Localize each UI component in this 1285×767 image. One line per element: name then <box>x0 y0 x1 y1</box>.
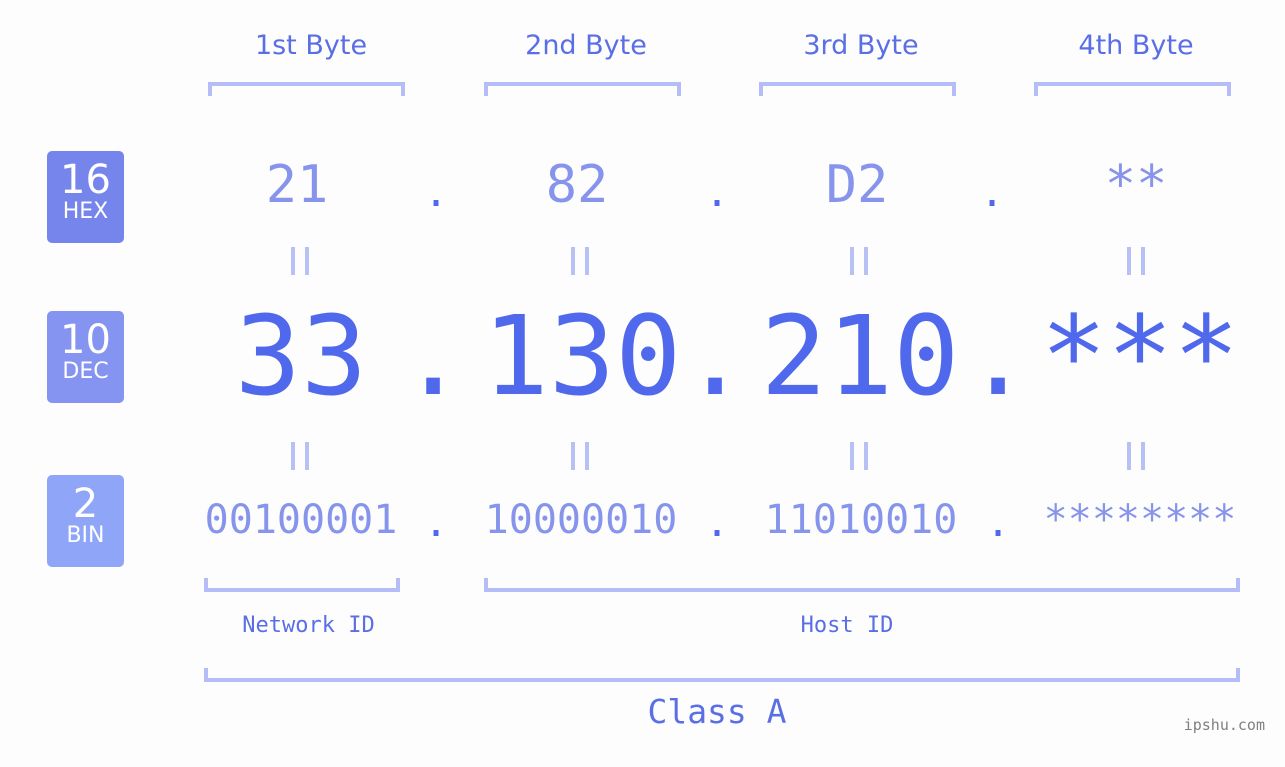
dec-base: 10 <box>60 317 111 363</box>
dec-byte-2: 130 <box>482 292 682 420</box>
hex-dot-2: . <box>705 170 730 216</box>
equals-icon <box>291 442 309 470</box>
network-id-label: Network ID <box>242 613 375 638</box>
bin-byte-2: 10000010 <box>484 497 678 543</box>
hex-base: 16 <box>60 157 111 203</box>
byte-header-1: 1st Byte <box>254 30 368 61</box>
hex-dot-1: . <box>424 170 449 216</box>
dec-byte-1: 33 <box>234 292 368 420</box>
hex-byte-1: 21 <box>265 155 329 215</box>
dec-dot-2: . <box>682 292 749 420</box>
dec-label: DEC <box>62 359 109 384</box>
byte-bracket-4 <box>1034 82 1231 96</box>
hex-badge: 16 HEX <box>47 151 124 243</box>
bin-byte-4: ******** <box>1043 497 1237 543</box>
equals-icon <box>850 247 868 275</box>
bin-dot-2: . <box>705 500 730 546</box>
class-bracket <box>204 668 1240 682</box>
dec-byte-3: 210 <box>760 292 960 420</box>
dec-dot-3: . <box>965 292 1032 420</box>
equals-icon <box>850 442 868 470</box>
byte-header-3: 3rd Byte <box>803 30 919 61</box>
hex-byte-4: ** <box>1104 155 1168 215</box>
watermark: ipshu.com <box>1183 716 1265 734</box>
bin-base: 2 <box>72 481 99 527</box>
byte-bracket-3 <box>759 82 956 96</box>
bin-byte-1: 00100001 <box>204 497 398 543</box>
hex-byte-3: D2 <box>825 155 889 215</box>
bin-byte-3: 11010010 <box>764 497 958 543</box>
bin-badge: 2 BIN <box>47 475 124 567</box>
hex-dot-3: . <box>980 170 1005 216</box>
dec-byte-4: *** <box>1040 292 1240 420</box>
dec-badge: 10 DEC <box>47 311 124 403</box>
hex-label: HEX <box>62 199 109 224</box>
byte-bracket-2 <box>484 82 681 96</box>
host-id-bracket <box>484 578 1240 592</box>
dec-dot-1: . <box>400 292 467 420</box>
equals-icon <box>1127 442 1145 470</box>
byte-header-2: 2nd Byte <box>525 30 647 61</box>
bin-dot-3: . <box>986 500 1011 546</box>
host-id-label: Host ID <box>800 613 894 638</box>
equals-icon <box>291 247 309 275</box>
equals-icon <box>1127 247 1145 275</box>
byte-bracket-1 <box>208 82 405 96</box>
byte-header-4: 4th Byte <box>1078 30 1194 61</box>
network-id-bracket <box>204 578 400 592</box>
equals-icon <box>571 247 589 275</box>
hex-byte-2: 82 <box>545 155 609 215</box>
bin-label: BIN <box>66 523 105 548</box>
bin-dot-1: . <box>424 500 449 546</box>
equals-icon <box>571 442 589 470</box>
class-label: Class A <box>647 692 787 731</box>
